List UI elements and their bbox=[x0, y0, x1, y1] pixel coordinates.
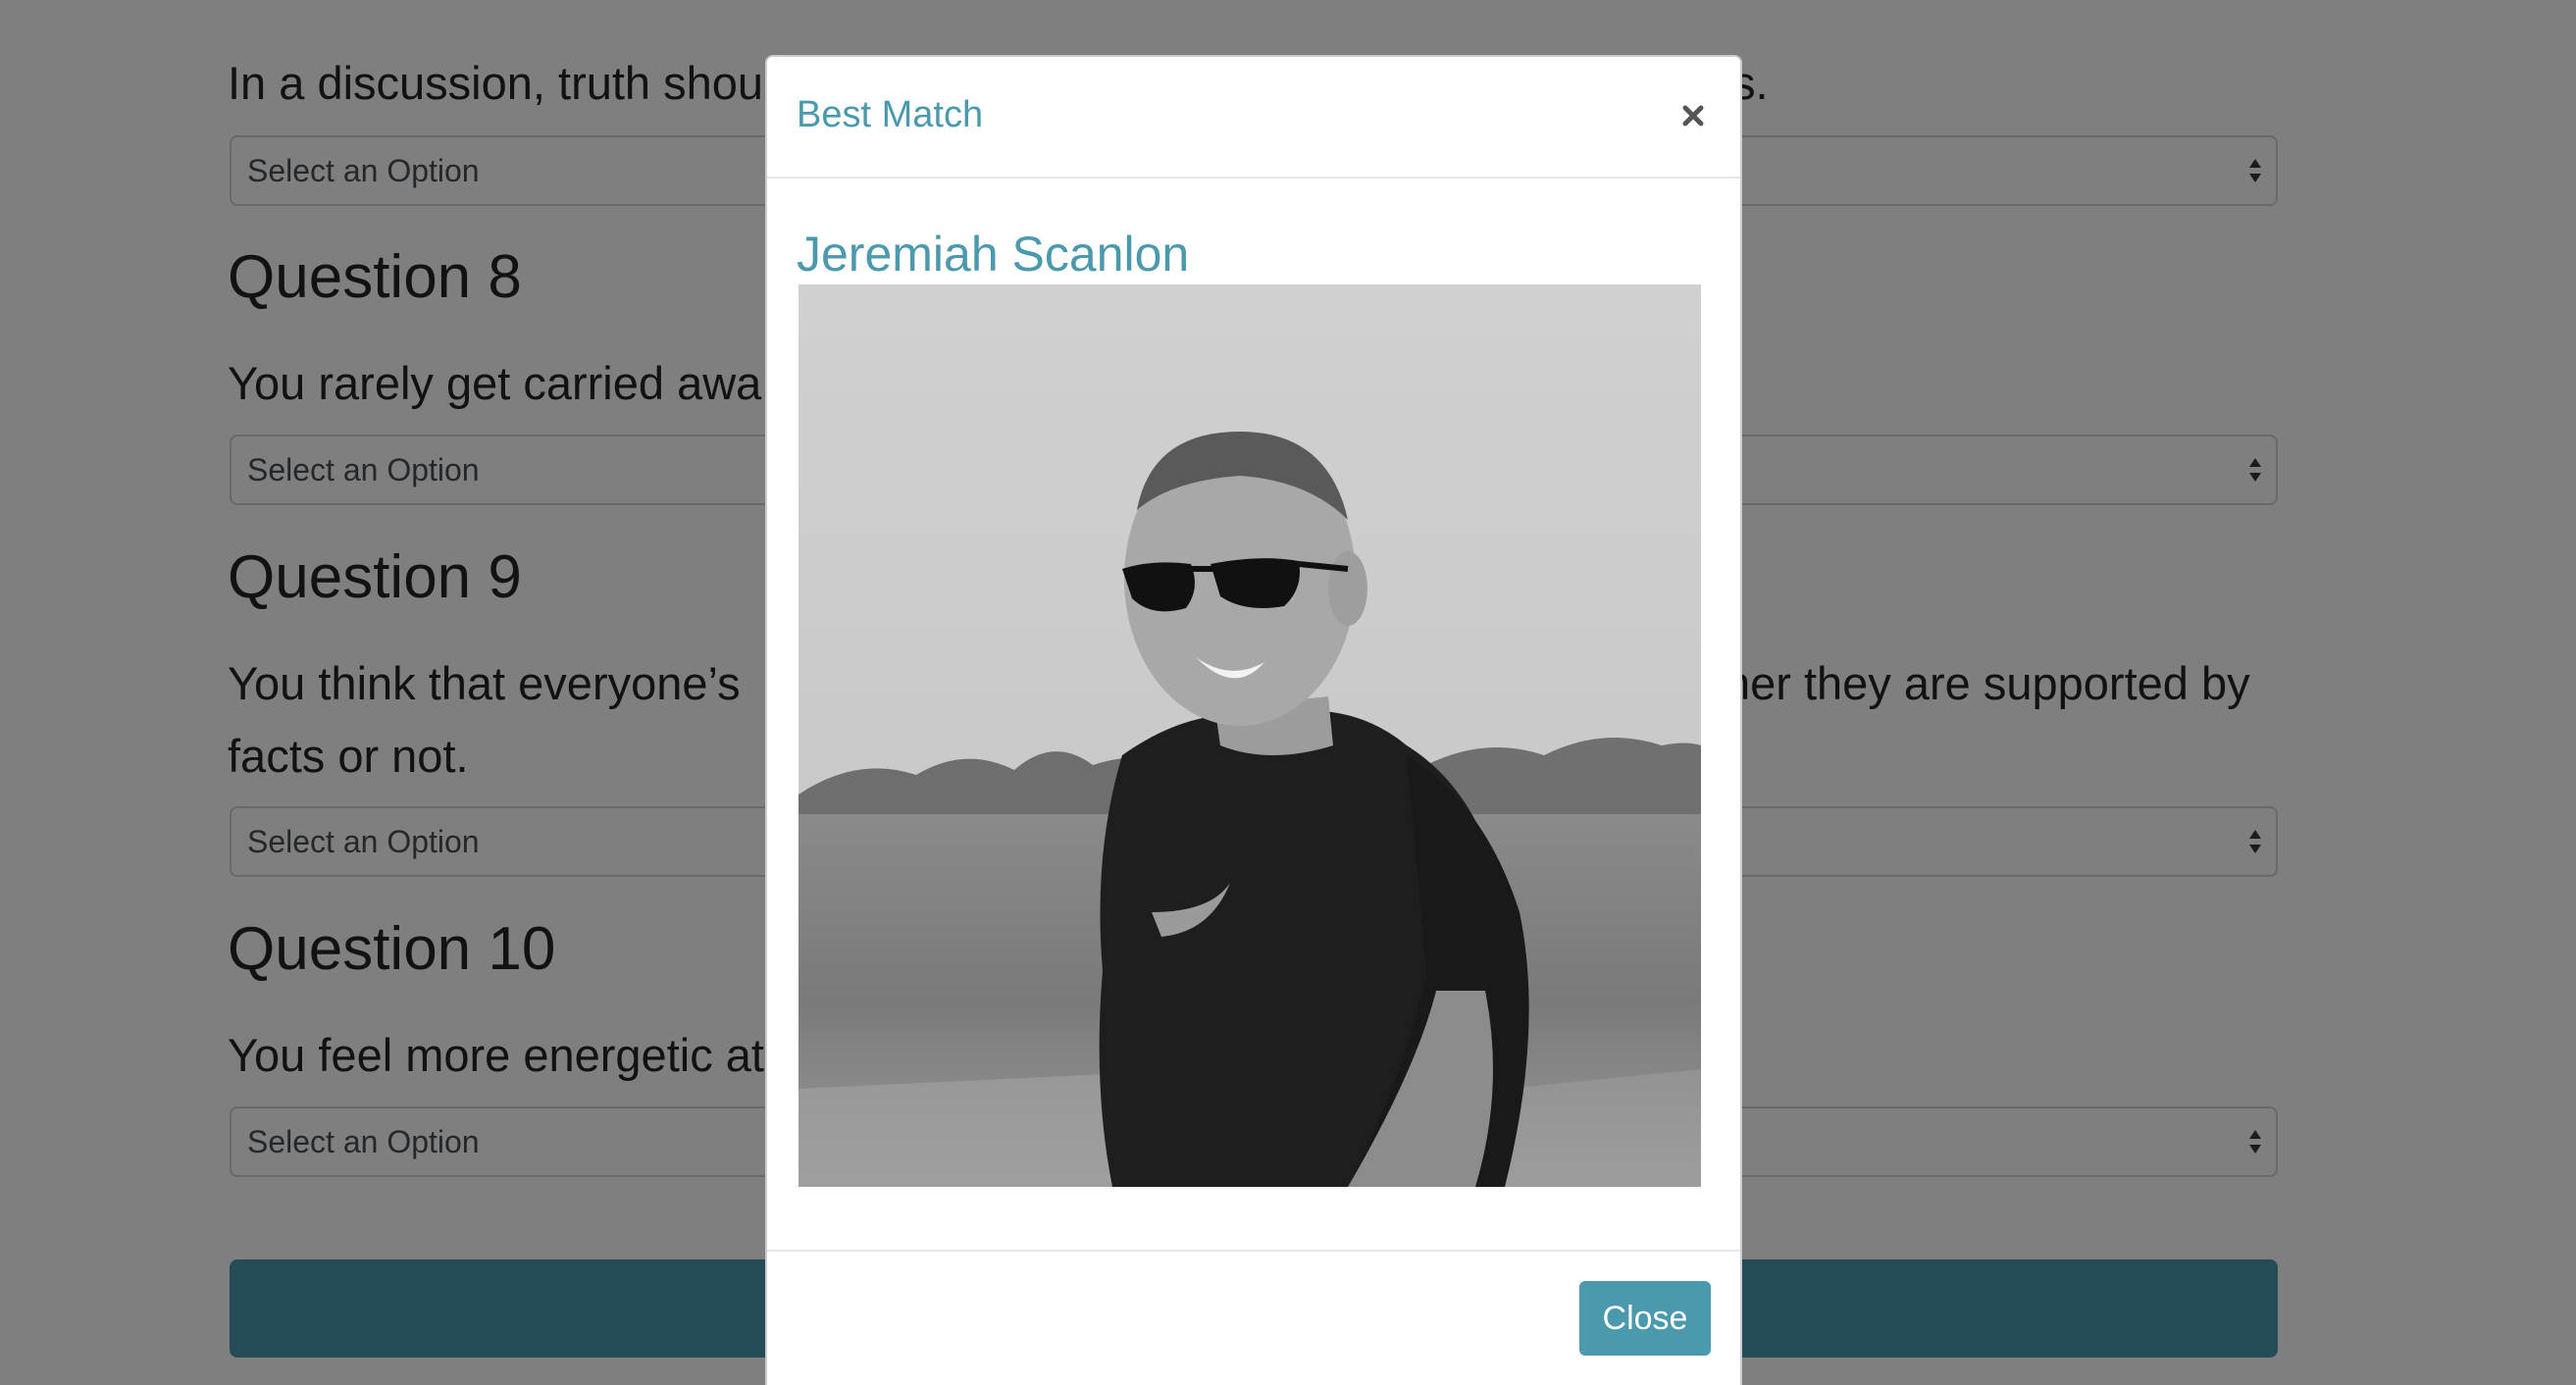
close-button[interactable]: Close bbox=[1579, 1281, 1711, 1356]
match-photo bbox=[799, 284, 1701, 1187]
modal-header: Best Match bbox=[767, 57, 1740, 179]
match-name: Jeremiah Scanlon bbox=[797, 227, 1190, 282]
close-icon[interactable] bbox=[1672, 94, 1715, 137]
modal-footer: Close bbox=[767, 1250, 1740, 1385]
best-match-modal: Best Match Jeremiah Scanlon Close bbox=[765, 55, 1742, 1385]
modal-title: Best Match bbox=[797, 94, 984, 135]
